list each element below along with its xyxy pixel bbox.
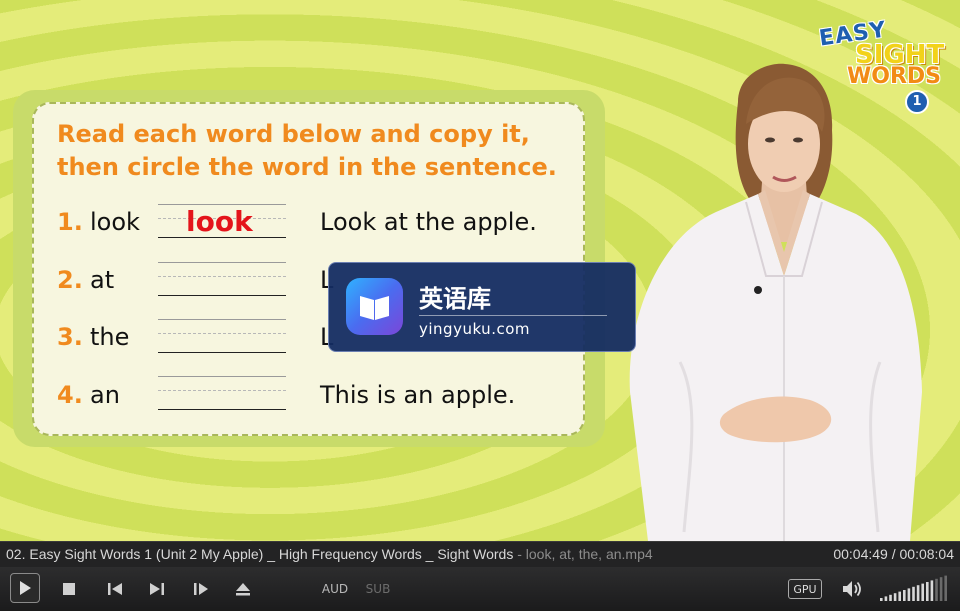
volume-bar xyxy=(921,583,924,601)
skip-back-icon xyxy=(108,583,122,595)
play-button[interactable] xyxy=(10,573,40,603)
volume-bar xyxy=(935,578,938,601)
audio-track-button[interactable]: AUD xyxy=(320,575,350,603)
volume-bar xyxy=(939,577,943,601)
stop-icon xyxy=(63,583,75,595)
volume-bar xyxy=(907,588,911,601)
volume-bar xyxy=(884,596,888,601)
volume-bar xyxy=(944,575,947,601)
row-number: 2. xyxy=(57,266,83,294)
row-number: 3. xyxy=(57,323,83,351)
volume-slider[interactable] xyxy=(880,575,952,603)
writing-lines xyxy=(158,376,286,410)
previous-button[interactable] xyxy=(104,575,126,603)
volume-bar xyxy=(889,594,892,601)
file-name-main: 02. Easy Sight Words 1 (Unit 2 My Apple)… xyxy=(6,546,514,562)
writing-lines xyxy=(158,319,286,353)
written-answer: look xyxy=(186,205,253,238)
open-file-button[interactable] xyxy=(232,575,254,603)
watermark-title: 英语库 xyxy=(419,285,491,313)
sentence: This is an apple. xyxy=(320,381,516,409)
player-controls: AUD SUB GPU xyxy=(0,567,960,611)
volume-bar xyxy=(930,580,934,601)
sentence: Look at the apple. xyxy=(320,208,537,236)
sight-word: the xyxy=(90,323,130,351)
frame-step-button[interactable] xyxy=(190,575,212,603)
subtitle-button[interactable]: SUB xyxy=(364,575,392,603)
row-number: 4. xyxy=(57,381,83,409)
volume-bar xyxy=(893,593,897,601)
play-icon xyxy=(20,581,31,595)
frame-step-icon xyxy=(194,583,208,595)
volume-bar xyxy=(880,598,883,601)
speaker-icon xyxy=(843,581,861,597)
eject-icon xyxy=(236,583,250,596)
volume-bar xyxy=(903,590,906,601)
row-number: 1. xyxy=(57,208,83,236)
worksheet-instruction: Read each word below and copy it, then c… xyxy=(57,118,577,184)
book-icon xyxy=(346,278,403,335)
player-info-bar: 02. Easy Sight Words 1 (Unit 2 My Apple)… xyxy=(0,541,960,568)
instruction-line-2: then circle the word in the sentence. xyxy=(57,153,557,181)
volume-bar xyxy=(898,591,901,601)
instruction-line-1: Read each word below and copy it, xyxy=(57,120,530,148)
file-name-rest: - look, at, the, an.mp4 xyxy=(513,546,653,562)
file-name: 02. Easy Sight Words 1 (Unit 2 My Apple)… xyxy=(6,546,653,562)
presenter-image xyxy=(629,63,922,541)
sight-word: at xyxy=(90,266,115,294)
volume-bar xyxy=(916,585,920,601)
next-button[interactable] xyxy=(146,575,168,603)
mute-button[interactable] xyxy=(840,575,866,603)
time-display: 00:04:49 / 00:08:04 xyxy=(833,546,954,562)
watermark-divider xyxy=(419,315,607,316)
sight-word: look xyxy=(90,208,140,236)
watermark-url: yingyuku.com xyxy=(419,320,530,338)
gpu-button[interactable]: GPU xyxy=(788,579,822,599)
writing-lines xyxy=(158,262,286,296)
skip-forward-icon xyxy=(150,583,164,595)
watermark-banner: 英语库 yingyuku.com xyxy=(328,262,636,352)
stop-button[interactable] xyxy=(58,575,80,603)
video-frame[interactable]: Read each word below and copy it, then c… xyxy=(0,0,960,541)
sight-word: an xyxy=(90,381,120,409)
volume-bar xyxy=(912,586,915,601)
volume-bar xyxy=(926,582,929,601)
